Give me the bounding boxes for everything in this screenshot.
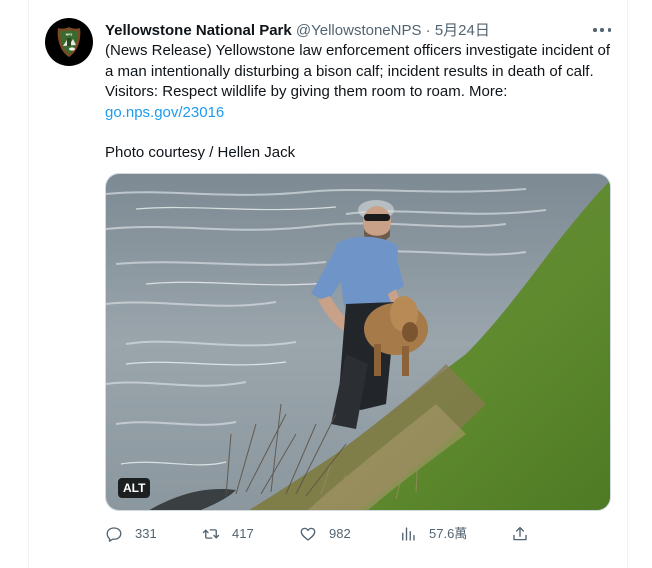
photo-image xyxy=(106,174,610,510)
timeline-left-border xyxy=(28,0,29,568)
like-count: 982 xyxy=(329,526,351,541)
share-button[interactable] xyxy=(511,522,529,546)
tweet-body-paragraph: (News Release) Yellowstone law enforceme… xyxy=(105,41,620,123)
reply-count: 331 xyxy=(135,526,157,541)
tweet-header: Yellowstone National Park @YellowstoneNP… xyxy=(105,21,615,41)
timeline-right-border xyxy=(627,0,628,568)
user-handle[interactable]: @YellowstoneNPS xyxy=(296,22,422,39)
tweet-photo[interactable]: ALT xyxy=(105,173,611,511)
tweet-link[interactable]: go.nps.gov/23016 xyxy=(105,104,224,121)
reply-button[interactable]: 331 xyxy=(105,522,157,546)
tweet-body-text: (News Release) Yellowstone law enforceme… xyxy=(105,42,610,100)
action-bar: 331 417 982 57.6萬 xyxy=(105,522,535,546)
more-dots-icon[interactable] xyxy=(593,20,611,40)
display-name[interactable]: Yellowstone National Park xyxy=(105,22,292,39)
alt-badge[interactable]: ALT xyxy=(118,478,151,498)
photo-credit: Photo courtesy / Hellen Jack xyxy=(105,144,296,161)
views-count: 57.6萬 xyxy=(429,526,468,541)
tweet-date[interactable]: 5月24日 xyxy=(435,22,490,39)
avatar[interactable]: NPS xyxy=(45,18,93,66)
share-icon xyxy=(513,526,527,541)
nps-arrowhead-logo-icon: NPS xyxy=(57,27,81,57)
like-heart-icon xyxy=(300,527,316,541)
retweet-icon xyxy=(202,529,220,539)
reply-icon xyxy=(106,527,122,542)
retweet-count: 417 xyxy=(232,526,254,541)
retweet-button[interactable]: 417 xyxy=(202,522,254,546)
like-button[interactable]: 982 xyxy=(299,522,351,546)
svg-text:NPS: NPS xyxy=(66,33,73,37)
header-separator: · xyxy=(425,22,431,39)
tweet-text: (News Release) Yellowstone law enforceme… xyxy=(105,41,620,164)
views-button[interactable]: 57.6萬 xyxy=(399,522,467,546)
views-chart-icon xyxy=(402,527,415,541)
